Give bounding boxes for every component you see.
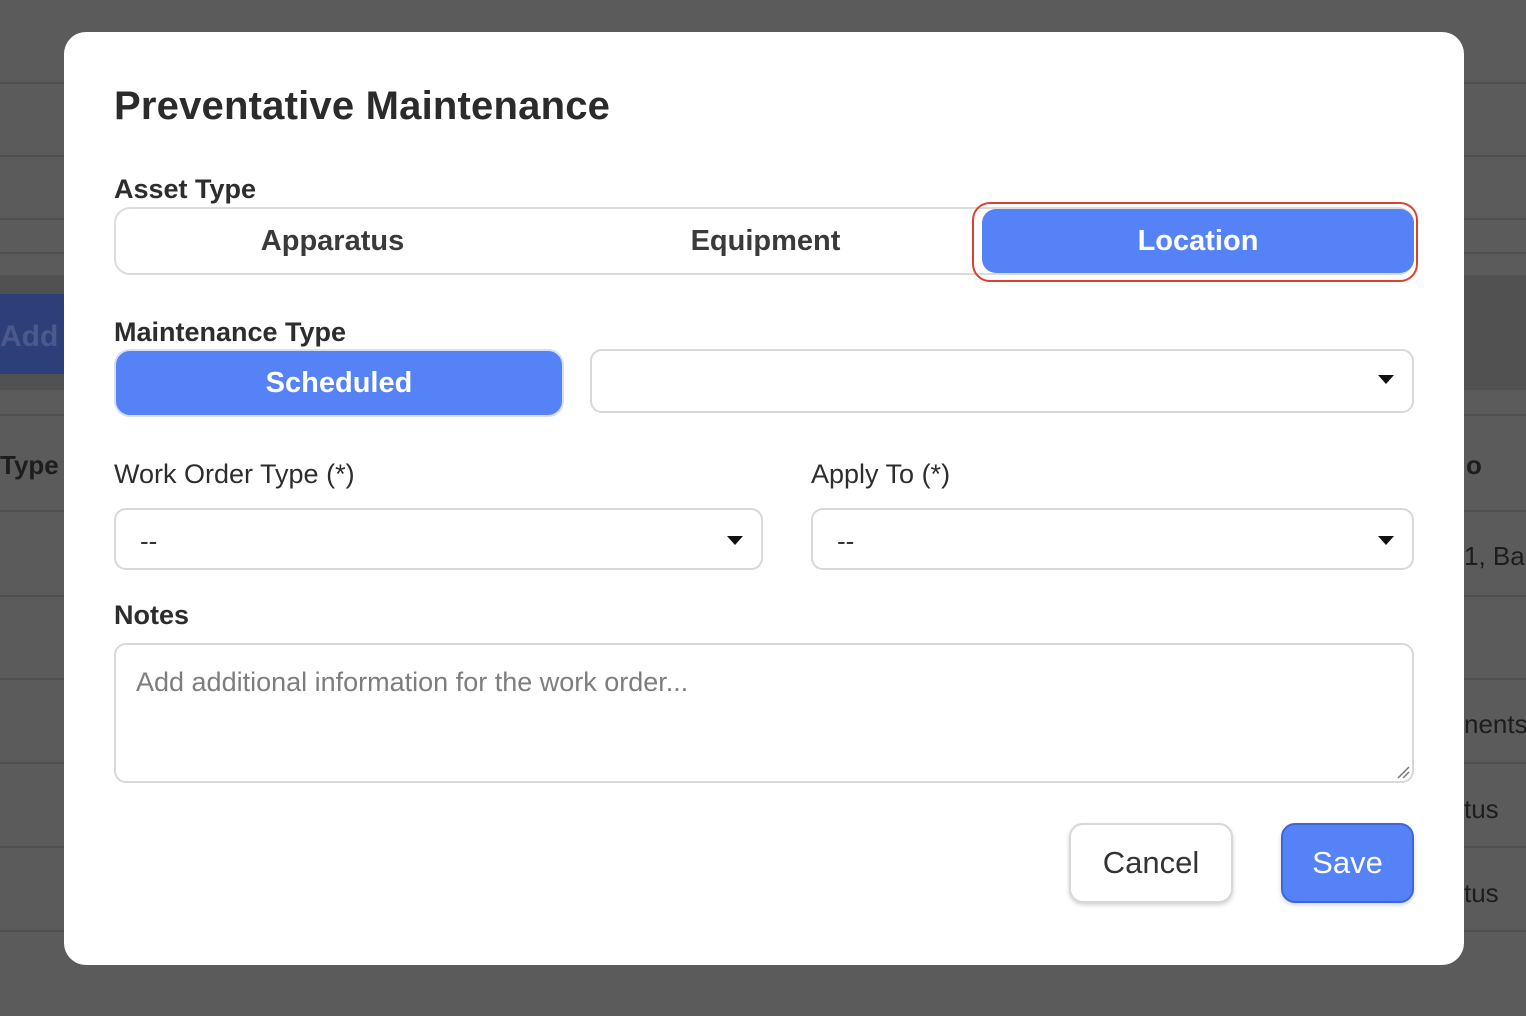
dialog-title: Preventative Maintenance — [114, 84, 611, 128]
asset-type-option-apparatus[interactable]: Apparatus — [116, 209, 549, 273]
table-cell: 1, Ba — [1464, 541, 1525, 571]
apply-to-select[interactable]: -- — [811, 508, 1414, 570]
apply-to-label: Apply To (*) — [811, 459, 951, 489]
column-header-type: Type — [0, 450, 59, 480]
table-cell: nents — [1464, 709, 1526, 739]
asset-type-label: Asset Type — [114, 174, 257, 204]
notes-label: Notes — [114, 600, 190, 630]
column-header-right: o — [1466, 450, 1482, 480]
work-order-type-select[interactable]: -- — [114, 508, 763, 570]
maintenance-type-label: Maintenance Type — [114, 317, 347, 347]
work-order-type-value: -- — [140, 526, 158, 556]
preventative-maintenance-dialog: Preventative Maintenance Asset Type Appa… — [64, 32, 1464, 965]
notes-textarea[interactable]: Add additional information for the work … — [114, 643, 1414, 783]
add-button[interactable]: Add N — [0, 294, 68, 374]
table-cell: tus — [1464, 878, 1499, 908]
resize-handle-icon[interactable] — [1396, 765, 1410, 779]
asset-type-option-equipment[interactable]: Equipment — [549, 209, 982, 273]
save-button[interactable]: Save — [1281, 823, 1414, 903]
notes-placeholder: Add additional information for the work … — [136, 667, 689, 697]
table-cell: tus — [1464, 794, 1499, 824]
asset-type-option-location[interactable]: Location — [982, 209, 1414, 273]
cancel-button[interactable]: Cancel — [1069, 823, 1233, 903]
scheduled-toggle-button[interactable]: Scheduled — [114, 349, 564, 417]
chevron-down-icon — [727, 536, 743, 545]
work-order-type-label: Work Order Type (*) — [114, 459, 355, 489]
chevron-down-icon — [1378, 375, 1394, 384]
apply-to-value: -- — [837, 526, 855, 556]
maintenance-type-select[interactable] — [590, 349, 1414, 413]
chevron-down-icon — [1378, 536, 1394, 545]
asset-type-segmented-control: Apparatus Equipment Location — [114, 207, 1414, 275]
